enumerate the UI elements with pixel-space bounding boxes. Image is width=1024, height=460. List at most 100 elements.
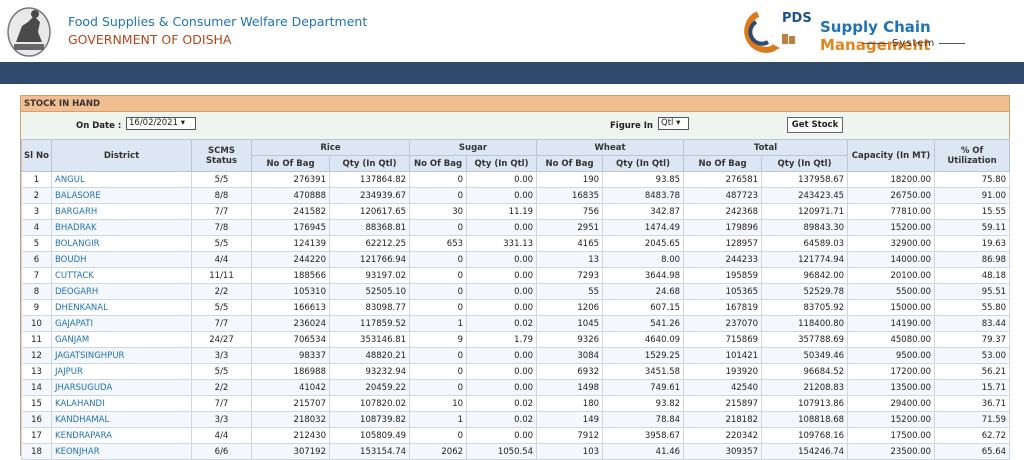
cell-utilization: 36.71 — [934, 395, 1011, 412]
cell-district[interactable]: KENDRAPARA — [51, 427, 192, 444]
cell-rice-bags: 212430 — [251, 427, 330, 444]
cell-rice-qty: 153154.74 — [328, 443, 411, 460]
cell-wheat-bags: 7912 — [536, 427, 604, 444]
cell-sl-no: 9 — [21, 299, 52, 316]
cell-rice-bags: 41042 — [251, 379, 330, 396]
header-wheat: Wheat — [536, 139, 685, 156]
table-row: 4 BHADRAK 7/8 176945 88368.81 0 0.00 2951 1474.4… — [21, 219, 1011, 236]
cell-rice-bags: 241582 — [251, 203, 330, 220]
table-row: 16 KANDHAMAL 3/3 218032 108739.82 1 0.02 149 78.… — [21, 411, 1011, 428]
cell-sl-no: 17 — [21, 427, 52, 444]
cell-district[interactable]: JAGATSINGHPUR — [51, 347, 192, 364]
cell-wheat-bags: 149 — [536, 411, 604, 428]
cell-total-qty: 154246.74 — [761, 443, 849, 460]
cell-district[interactable]: BOLANGIR — [51, 235, 192, 252]
cell-rice-qty: 234939.67 — [328, 187, 411, 204]
cell-sugar-bags: 30 — [409, 203, 468, 220]
cell-wheat-bags: 4165 — [536, 235, 604, 252]
cell-sugar-qty: 0.00 — [466, 187, 538, 204]
header-scms-status: SCMS Status — [191, 139, 252, 172]
department-name: Food Supplies & Consumer Welfare Departm… — [68, 14, 368, 29]
cell-sugar-qty: 0.00 — [466, 283, 538, 300]
cell-utilization: 86.98 — [934, 251, 1011, 268]
cell-district[interactable]: DEOGARH — [51, 283, 192, 300]
cell-capacity: 5500.00 — [847, 283, 936, 300]
cell-sl-no: 15 — [21, 395, 52, 412]
cell-district[interactable]: CUTTACK — [51, 267, 192, 284]
cell-district[interactable]: BOUDH — [51, 251, 192, 268]
cell-total-qty: 243423.45 — [761, 187, 849, 204]
cell-capacity: 15200.00 — [847, 219, 936, 236]
cell-wheat-bags: 1206 — [536, 299, 604, 316]
cell-wheat-qty: 3451.58 — [602, 363, 685, 380]
cell-capacity: 13500.00 — [847, 379, 936, 396]
cell-district[interactable]: BHADRAK — [51, 219, 192, 236]
cell-rice-qty: 107820.02 — [328, 395, 411, 412]
cell-district[interactable]: BALASORE — [51, 187, 192, 204]
cell-district[interactable]: JAJPUR — [51, 363, 192, 380]
cell-district[interactable]: GAJAPATI — [51, 315, 192, 332]
header-total-qty: Qty (In Qtl) — [761, 155, 849, 172]
nav-bar — [0, 62, 1024, 84]
cell-utilization: 53.00 — [934, 347, 1011, 364]
cell-district[interactable]: KANDHAMAL — [51, 411, 192, 428]
cell-scms-status: 7/7 — [191, 315, 252, 332]
cell-sugar-bags: 0 — [409, 427, 468, 444]
figure-in-select[interactable]: Qtl ▾ — [658, 117, 689, 130]
cell-wheat-qty: 8.00 — [602, 251, 685, 268]
on-date-select[interactable]: 16/02/2021 ▾ — [126, 117, 196, 130]
cell-rice-qty: 108739.82 — [328, 411, 411, 428]
cell-sugar-qty: 0.02 — [466, 315, 538, 332]
cell-district[interactable]: JHARSUGUDA — [51, 379, 192, 396]
cell-rice-bags: 124139 — [251, 235, 330, 252]
cell-district[interactable]: ANGUL — [51, 171, 192, 188]
cell-district[interactable]: KALAHANDI — [51, 395, 192, 412]
cell-wheat-bags: 55 — [536, 283, 604, 300]
cell-total-qty: 21208.83 — [761, 379, 849, 396]
cell-sugar-bags: 0 — [409, 283, 468, 300]
get-stock-button[interactable]: Get Stock — [787, 117, 843, 133]
table-row: 9 DHENKANAL 5/5 166613 83098.77 0 0.00 1206 607.… — [21, 299, 1011, 316]
site-header: Food Supplies & Consumer Welfare Departm… — [0, 0, 1024, 62]
cell-sl-no: 3 — [21, 203, 52, 220]
cell-utilization: 79.37 — [934, 331, 1011, 348]
cell-sugar-bags: 0 — [409, 347, 468, 364]
cell-utilization: 59.11 — [934, 219, 1011, 236]
cell-utilization: 62.72 — [934, 427, 1011, 444]
cell-total-qty: 120971.71 — [761, 203, 849, 220]
cell-sugar-bags: 0 — [409, 267, 468, 284]
cell-wheat-qty: 4640.09 — [602, 331, 685, 348]
cell-sugar-bags: 0 — [409, 187, 468, 204]
cell-utilization: 55.80 — [934, 299, 1011, 316]
table-row: 11 GANJAM 24/27 706534 353146.81 9 1.79 9326 464… — [21, 331, 1011, 348]
cell-district[interactable]: DHENKANAL — [51, 299, 192, 316]
header-rice: Rice — [250, 139, 411, 156]
cell-total-bags: 715869 — [683, 331, 763, 348]
cell-district[interactable]: KEONJHAR — [51, 443, 192, 460]
cell-rice-qty: 353146.81 — [328, 331, 411, 348]
cell-wheat-qty: 1474.49 — [602, 219, 685, 236]
cell-sugar-qty: 0.00 — [466, 363, 538, 380]
cell-district[interactable]: BARGARH — [51, 203, 192, 220]
cell-sugar-qty: 1.79 — [466, 331, 538, 348]
cell-total-qty: 52529.78 — [761, 283, 849, 300]
cell-total-bags: 487723 — [683, 187, 763, 204]
cell-wheat-bags: 2951 — [536, 219, 604, 236]
cell-district[interactable]: GANJAM — [51, 331, 192, 348]
cell-sugar-bags: 0 — [409, 379, 468, 396]
cell-scms-status: 2/2 — [191, 379, 252, 396]
cell-rice-qty: 48820.21 — [328, 347, 411, 364]
cell-sugar-bags: 653 — [409, 235, 468, 252]
cell-sl-no: 16 — [21, 411, 52, 428]
cell-capacity: 45080.00 — [847, 331, 936, 348]
cell-capacity: 20100.00 — [847, 267, 936, 284]
cell-sl-no: 8 — [21, 283, 52, 300]
header-rice-bags: No Of Bag — [251, 155, 330, 172]
table-row: 7 CUTTACK 11/11 188566 93197.02 0 0.00 7293 3644… — [21, 267, 1011, 284]
cell-utilization: 56.21 — [934, 363, 1011, 380]
header-wheat-bags: No Of Bag — [536, 155, 604, 172]
cell-sugar-qty: 0.00 — [466, 299, 538, 316]
cell-total-bags: 101421 — [683, 347, 763, 364]
cell-scms-status: 7/8 — [191, 219, 252, 236]
cell-sugar-qty: 0.00 — [466, 171, 538, 188]
